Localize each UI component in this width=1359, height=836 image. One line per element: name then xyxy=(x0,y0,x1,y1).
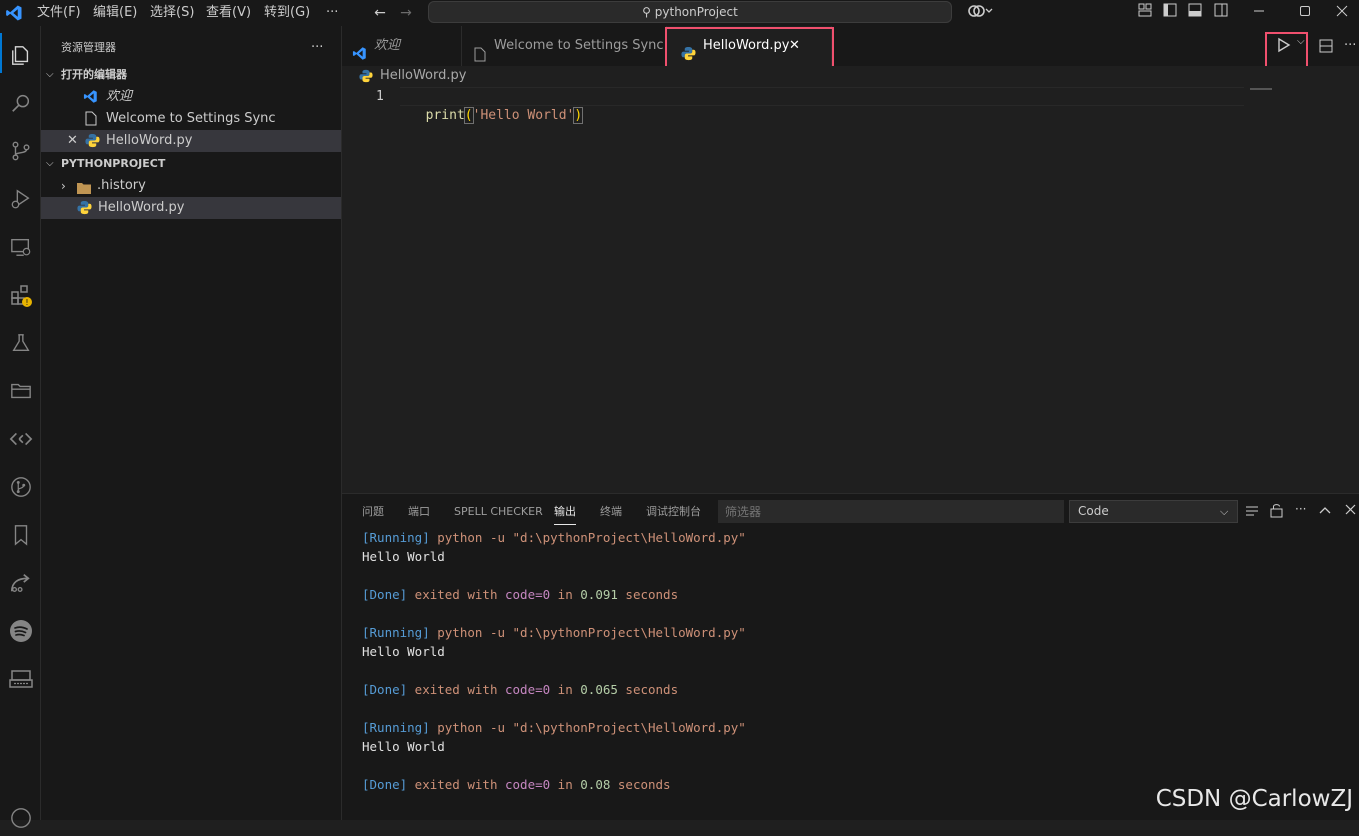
code-paren-close-token: ) xyxy=(573,107,584,124)
word-wrap-icon[interactable] xyxy=(1245,505,1259,521)
close-panel-icon[interactable] xyxy=(1345,504,1356,519)
code-paren-open-token: ( xyxy=(463,107,474,124)
open-editor-label: 欢迎 xyxy=(106,89,133,104)
forward-arrow-icon[interactable]: → xyxy=(396,3,416,23)
search-view-icon[interactable] xyxy=(0,81,41,121)
panel-tab-terminal[interactable]: 终端 xyxy=(600,500,622,524)
output-line-result: Hello World xyxy=(362,549,445,564)
output-line-done: [Done] exited with code=0 in 0.065 secon… xyxy=(362,682,679,697)
code-editor[interactable] xyxy=(342,66,1359,493)
open-editor-item-settings-sync[interactable]: Welcome to Settings Sync xyxy=(41,108,341,130)
remote-share-icon[interactable] xyxy=(0,561,41,601)
chevron-down-icon: ⌵ xyxy=(46,69,54,80)
extensions-icon[interactable]: ! xyxy=(0,273,41,313)
tree-item-label: HelloWord.py xyxy=(98,200,185,215)
panel-tab-ports[interactable]: 端口 xyxy=(408,500,430,524)
copilot-icon[interactable] xyxy=(966,3,996,23)
git-graph-icon[interactable] xyxy=(0,465,41,505)
toggle-secondary-sidebar-icon[interactable] xyxy=(1212,3,1230,23)
chevron-down-icon: ⌵ xyxy=(1220,505,1229,518)
toggle-sidebar-icon[interactable] xyxy=(1161,3,1179,23)
output-log[interactable]: [Running] python -u "d:\pythonProject\He… xyxy=(342,528,1359,820)
output-line-result: Hello World xyxy=(362,739,445,754)
maximize-icon[interactable] xyxy=(1296,3,1314,23)
panel-tab-spell-checker[interactable]: SPELL CHECKER xyxy=(454,500,543,524)
sidebar-title: 资源管理器 xyxy=(61,41,116,54)
tree-item-helloword[interactable]: HelloWord.py xyxy=(41,197,341,219)
svg-text:!: ! xyxy=(25,298,28,307)
command-center-search[interactable]: ⚲ pythonProject xyxy=(428,1,952,23)
tree-item-label: .history xyxy=(97,178,146,193)
explorer-icon[interactable] xyxy=(0,33,41,73)
output-line-running: [Running] python -u "d:\pythonProject\He… xyxy=(362,720,746,735)
panel-more-icon[interactable]: ··· xyxy=(1295,502,1306,516)
sidebar-more-button[interactable]: ··· xyxy=(311,37,323,59)
close-icon[interactable]: ✕ xyxy=(67,130,78,152)
live-share-icon[interactable] xyxy=(0,417,41,457)
folder-icon[interactable] xyxy=(0,369,41,409)
menu-view[interactable]: 查看(V) xyxy=(206,0,251,26)
testing-flask-icon[interactable] xyxy=(0,321,41,361)
menu-more[interactable]: ··· xyxy=(326,0,338,26)
tab-label: Welcome to Settings Sync xyxy=(494,38,664,53)
output-line-done: [Done] exited with code=0 in 0.091 secon… xyxy=(362,587,679,602)
toggle-panel-icon[interactable] xyxy=(1186,3,1204,23)
menu-selection[interactable]: 选择(S) xyxy=(150,0,194,26)
run-debug-icon[interactable] xyxy=(0,177,41,217)
editor-more-actions-icon[interactable]: ··· xyxy=(1344,38,1356,53)
tab-label: 欢迎 xyxy=(374,38,401,53)
tree-item-history-folder[interactable]: › .history xyxy=(41,175,341,197)
terminal-machine-icon[interactable] xyxy=(0,657,41,697)
open-editor-label: HelloWord.py xyxy=(106,133,193,148)
menu-goto[interactable]: 转到(G) xyxy=(264,0,310,26)
panel-tab-problems[interactable]: 问题 xyxy=(362,500,384,524)
remote-explorer-icon[interactable] xyxy=(0,225,41,265)
spotify-icon[interactable] xyxy=(0,609,41,649)
output-filter-input[interactable] xyxy=(718,500,1064,523)
open-editor-item-welcome[interactable]: 欢迎 xyxy=(41,86,341,108)
project-header: PYTHONPROJECT xyxy=(61,157,166,170)
chevron-down-icon: ⌵ xyxy=(46,158,54,169)
open-editors-section[interactable]: ⌵ 打开的编辑器 xyxy=(41,64,341,86)
open-editor-label: Welcome to Settings Sync xyxy=(106,111,276,126)
maximize-panel-icon[interactable] xyxy=(1319,504,1331,519)
code-function-token: print xyxy=(425,108,465,123)
tab-settings-sync[interactable]: Welcome to Settings Sync xyxy=(462,26,667,66)
panel-tab-output[interactable]: 输出 xyxy=(554,500,576,525)
source-control-icon[interactable] xyxy=(0,129,41,169)
watermark: CSDN @CarlowZJ xyxy=(1155,786,1353,812)
menu-edit[interactable]: 编辑(E) xyxy=(93,0,137,26)
panel-tab-debug-console[interactable]: 调试控制台 xyxy=(646,500,701,524)
code-line-1[interactable]: print('Hello World') xyxy=(410,87,584,124)
bookmark-icon[interactable] xyxy=(0,513,41,553)
python-file-icon xyxy=(77,200,92,223)
output-channel-select[interactable]: Code ⌵ xyxy=(1069,500,1238,523)
chevron-right-icon: › xyxy=(61,179,66,193)
python-file-icon xyxy=(359,69,373,87)
project-section[interactable]: ⌵ PYTHONPROJECT xyxy=(41,153,341,175)
menu-file[interactable]: 文件(F) xyxy=(37,0,81,26)
close-window-icon[interactable] xyxy=(1333,3,1351,23)
open-editors-header: 打开的编辑器 xyxy=(61,68,127,81)
tab-welcome[interactable]: 欢迎 xyxy=(342,26,462,66)
minimize-icon[interactable] xyxy=(1250,3,1268,23)
split-editor-icon[interactable] xyxy=(1319,39,1333,57)
open-editor-item-helloword[interactable]: ✕ HelloWord.py xyxy=(41,130,341,152)
lock-icon[interactable] xyxy=(1270,503,1283,522)
vscode-logo-icon xyxy=(5,4,23,22)
output-line-done: [Done] exited with code=0 in 0.08 second… xyxy=(362,777,671,792)
customize-layout-icon[interactable] xyxy=(1136,3,1154,23)
search-icon: ⚲ xyxy=(642,5,651,19)
back-arrow-icon[interactable]: ← xyxy=(370,3,390,23)
output-channel-value: Code xyxy=(1078,504,1109,518)
output-line-result: Hello World xyxy=(362,644,445,659)
search-text: pythonProject xyxy=(654,5,738,19)
output-line-running: [Running] python -u "d:\pythonProject\He… xyxy=(362,625,746,640)
code-string-token: 'Hello World' xyxy=(472,108,575,123)
minimap[interactable] xyxy=(1250,88,1272,90)
account-icon[interactable] xyxy=(0,796,41,836)
output-line-running: [Running] python -u "d:\pythonProject\He… xyxy=(362,530,746,545)
line-number: 1 xyxy=(376,89,384,104)
breadcrumb[interactable]: HelloWord.py xyxy=(380,67,466,85)
